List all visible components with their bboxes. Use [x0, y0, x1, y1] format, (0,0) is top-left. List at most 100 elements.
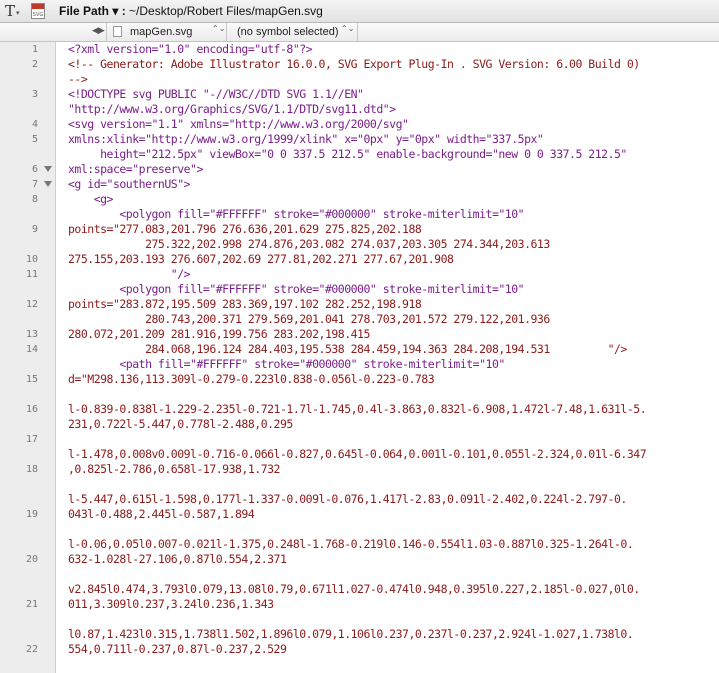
document-icon [113, 26, 122, 37]
line-number: 22 [25, 644, 38, 655]
code-line[interactable]: 554,0.711l-0.237,0.87l-0.237,2.529 [68, 642, 719, 657]
gutter-row: 17 [0, 432, 56, 447]
code-text[interactable]: <?xml version="1.0" encoding="utf-8"?> <!… [68, 42, 719, 657]
code-line[interactable]: 011,3.309l0.237,3.24l0.236,1.343 [68, 597, 719, 612]
code-line[interactable]: xmlns:xlink="http://www.w3.org/1999/xlin… [68, 132, 719, 147]
gutter-row: 15 [0, 372, 56, 387]
line-number: 8 [31, 194, 38, 205]
code-line[interactable]: <!DOCTYPE svg PUBLIC "-//W3C//DTD SVG 1.… [68, 87, 719, 102]
code-line[interactable] [68, 567, 719, 582]
code-line[interactable]: l-5.447,0.615l-1.598,0.177l-1.337-0.009l… [68, 492, 719, 507]
file-selector-label: mapGen.svg [130, 26, 193, 38]
symbol-selector-label: (no symbol selected) [237, 26, 339, 38]
code-line[interactable]: --> [68, 72, 719, 87]
gutter-row: 10 [0, 252, 56, 267]
code-line[interactable]: points="283.872,195.509 283.369,197.102 … [68, 297, 719, 312]
line-number: 6 [31, 164, 38, 175]
file-selector[interactable]: mapGen.svg ⌃⌄ [106, 23, 227, 41]
code-line[interactable]: 231,0.722l-5.447,0.778l-2.488,0.295 [68, 417, 719, 432]
code-line[interactable]: l-0.839-0.838l-1.229-2.235l-0.721-1.7l-1… [68, 402, 719, 417]
gutter-row [0, 537, 56, 552]
line-number: 5 [31, 134, 38, 145]
text-tool-caret-icon[interactable]: ▾ [16, 9, 20, 17]
code-line[interactable] [68, 387, 719, 402]
code-line[interactable]: <g id="southernUS"> [68, 177, 719, 192]
code-line[interactable] [68, 612, 719, 627]
fold-triangle-icon[interactable] [44, 166, 52, 172]
code-line[interactable]: xml:space="preserve"> [68, 162, 719, 177]
line-number: 10 [25, 254, 38, 265]
symbol-selector-caret-icon: ⌃⌄ [341, 24, 355, 33]
code-line[interactable] [68, 477, 719, 492]
code-line[interactable]: l-0.06,0.05l0.007-0.021l-1.375,0.248l-1.… [68, 537, 719, 552]
gutter-row: 14 [0, 342, 56, 357]
gutter-row [0, 612, 56, 627]
gutter-row: 20 [0, 552, 56, 567]
gutter-row: 3 [0, 87, 56, 102]
code-line[interactable]: 275.322,202.998 274.876,203.082 274.037,… [68, 237, 719, 252]
code-line[interactable]: <g> [68, 192, 719, 207]
gutter-row [0, 567, 56, 582]
gutter-row [0, 447, 56, 462]
code-line[interactable]: <polygon fill="#FFFFFF" stroke="#000000"… [68, 207, 719, 222]
gutter-row: 11 [0, 267, 56, 282]
line-number: 20 [25, 554, 38, 565]
file-selector-caret-icon: ⌃⌄ [212, 24, 226, 33]
gutter-row: 19 [0, 507, 56, 522]
gutter-row: 5 [0, 132, 56, 147]
code-line[interactable]: 632-1.028l-27.106,0.87l0.554,2.371 [68, 552, 719, 567]
code-line[interactable]: l-1.478,0.008v0.009l-0.716-0.066l-0.827,… [68, 447, 719, 462]
navigation-bar: ◀▶ mapGen.svg ⌃⌄ (no symbol selected) ⌃⌄ [0, 23, 719, 42]
code-line[interactable]: 280.072,201.209 281.916,199.756 283.202,… [68, 327, 719, 342]
gutter-row [0, 477, 56, 492]
code-line[interactable]: <path fill="#FFFFFF" stroke="#000000" st… [68, 357, 719, 372]
line-number: 7 [31, 179, 38, 190]
line-number: 2 [31, 59, 38, 70]
code-line[interactable]: <polygon fill="#FFFFFF" stroke="#000000"… [68, 282, 719, 297]
code-line[interactable]: 280.743,200.371 279.569,201.041 278.703,… [68, 312, 719, 327]
symbol-selector[interactable]: (no symbol selected) ⌃⌄ [226, 23, 358, 41]
code-line[interactable]: <?xml version="1.0" encoding="utf-8"?> [68, 42, 719, 57]
line-number: 1 [31, 44, 38, 55]
code-line[interactable] [68, 522, 719, 537]
gutter-row [0, 492, 56, 507]
code-line[interactable]: "http://www.w3.org/Graphics/SVG/1.1/DTD/… [68, 102, 719, 117]
back-forward-icon[interactable]: ◀▶ [92, 25, 105, 36]
gutter-row [0, 312, 56, 327]
gutter-row: 4 [0, 117, 56, 132]
file-path-label[interactable]: File Path ▾ : [59, 4, 126, 18]
code-line[interactable]: l0.87,1.423l0.315,1.738l1.502,1.896l0.07… [68, 627, 719, 642]
line-number: 13 [25, 329, 38, 340]
gutter-row: 22 [0, 642, 56, 657]
code-line[interactable] [68, 432, 719, 447]
code-line[interactable]: 284.068,196.124 284.403,195.538 284.459,… [68, 342, 719, 357]
toolbar: T ▾ SVG File Path ▾ : ~/Desktop/Robert F… [0, 0, 719, 23]
gutter-row: 16 [0, 402, 56, 417]
line-number: 14 [25, 344, 38, 355]
code-line[interactable]: <svg version="1.1" xmlns="http://www.w3.… [68, 117, 719, 132]
code-line[interactable]: "/> [68, 267, 719, 282]
code-line[interactable]: ,0.825l-2.786,0.658l-17.938,1.732 [68, 462, 719, 477]
gutter-row: 2 [0, 57, 56, 72]
gutter-row [0, 207, 56, 222]
code-line[interactable]: points="277.083,201.796 276.636,201.629 … [68, 222, 719, 237]
file-path-value: ~/Desktop/Robert Files/mapGen.svg [129, 4, 323, 18]
text-tool-icon[interactable]: T [5, 3, 15, 19]
gutter-row: 13 [0, 327, 56, 342]
code-line[interactable]: d="M298.136,113.309l-0.279-0.223l0.838-0… [68, 372, 719, 387]
gutter-row [0, 72, 56, 87]
gutter-row: 21 [0, 597, 56, 612]
gutter-row: 6 [0, 162, 56, 177]
code-line[interactable]: 275.155,203.193 276.607,202.69 277.81,20… [68, 252, 719, 267]
gutter-row [0, 357, 56, 372]
code-line[interactable]: <!-- Generator: Adobe Illustrator 16.0.0… [68, 57, 719, 72]
code-line[interactable]: v2.845l0.474,3.793l0.079,13.08l0.79,0.67… [68, 582, 719, 597]
gutter-row: 12 [0, 297, 56, 312]
file-path[interactable]: File Path ▾ : ~/Desktop/Robert Files/map… [59, 4, 323, 18]
code-line[interactable]: height="212.5px" viewBox="0 0 337.5 212.… [68, 147, 719, 162]
fold-triangle-icon[interactable] [44, 181, 52, 187]
gutter-row [0, 387, 56, 402]
line-number: 19 [25, 509, 38, 520]
code-editor[interactable]: 1 2 3 4 5 6 7 8 9 10 11 12 13 14 15 16 17 18 19 20 21 22 <?xm… [0, 42, 719, 673]
code-line[interactable]: 043l-0.488,2.445l-0.587,1.894 [68, 507, 719, 522]
